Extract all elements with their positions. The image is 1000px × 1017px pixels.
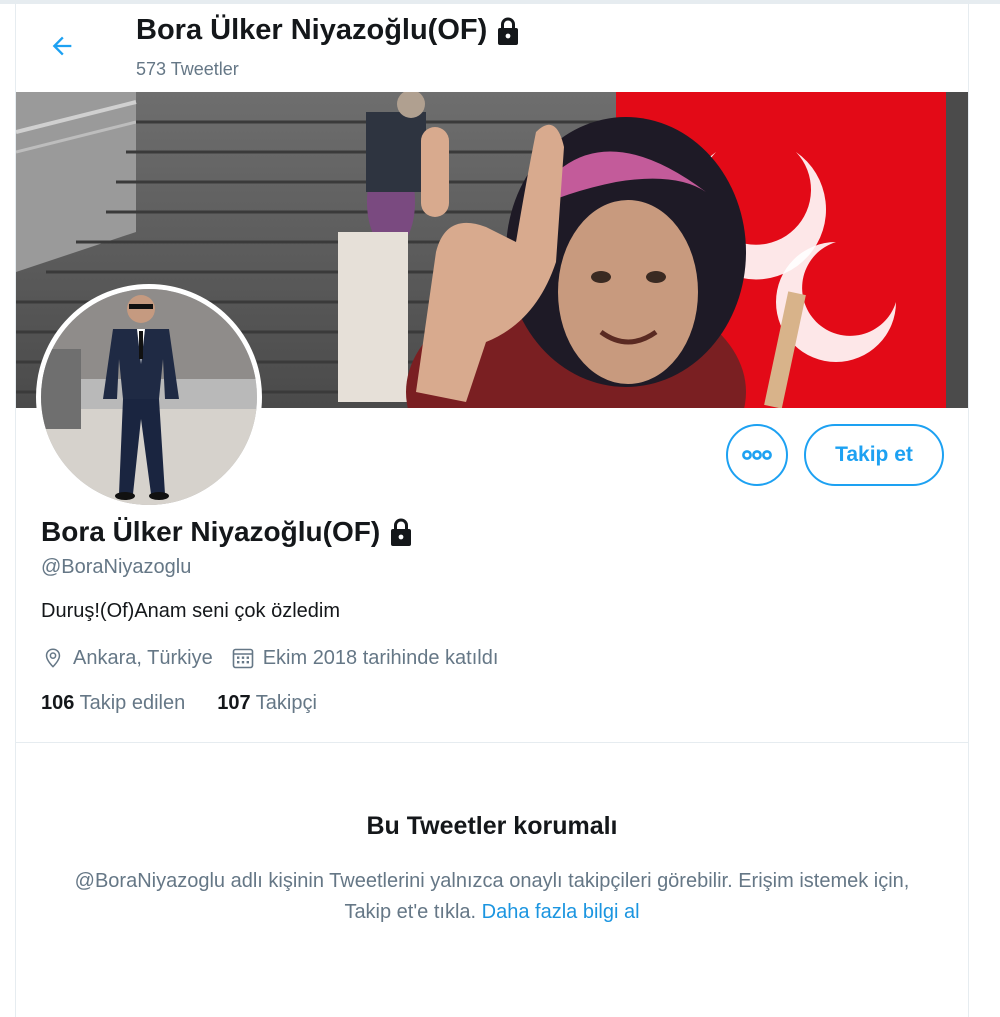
learn-more-link[interactable]: Daha fazla bilgi al: [482, 901, 640, 923]
profile-meta: Ankara, Türkiye Ekim 2018 tarihinde katı…: [41, 646, 516, 670]
location-item: Ankara, Türkiye: [41, 646, 213, 670]
protected-title: Bu Tweetler korumalı: [366, 812, 618, 840]
lock-icon: [391, 518, 412, 546]
calendar-icon: [232, 648, 253, 669]
lock-icon: [498, 17, 519, 45]
profile-stats: 106 Takip edilen 107 Takipçi: [41, 692, 349, 715]
followers-label: Takipçi: [255, 692, 317, 714]
tweet-count: 573 Tweetler: [136, 59, 239, 79]
header-name: Bora Ülker Niyazoğlu(OF): [136, 14, 488, 46]
profile-bio: Duruş!(Of)Anam seni çok özledim: [41, 600, 340, 622]
arrow-left-icon: [52, 36, 72, 56]
right-gutter: [970, 4, 1000, 1017]
following-link[interactable]: 106 Takip edilen: [41, 692, 185, 715]
location-pin-icon: [45, 648, 61, 668]
joined-item: Ekim 2018 tarihinde katıldı: [231, 646, 499, 670]
back-button[interactable]: [42, 26, 82, 66]
profile-column: Bora Ülker Niyazoğlu(OF) 573 Tweetler Ta…: [15, 4, 969, 1017]
followers-count: 107: [217, 692, 251, 714]
follow-button[interactable]: Takip et: [804, 424, 944, 486]
more-button[interactable]: [726, 424, 788, 486]
joined-text: Ekim 2018 tarihinde katıldı: [262, 646, 499, 669]
location-text: Ankara, Türkiye: [73, 646, 213, 669]
protected-message: @BoraNiyazoglu adlı kişinin Tweetlerini …: [56, 866, 928, 928]
avatar-photo: [41, 289, 257, 505]
profile-handle: @BoraNiyazoglu: [41, 556, 192, 578]
followers-link[interactable]: 107 Takipçi: [217, 692, 317, 715]
header-title: Bora Ülker Niyazoğlu(OF): [136, 14, 521, 47]
following-count: 106: [41, 692, 75, 714]
profile-header: Bora Ülker Niyazoğlu(OF) 573 Tweetler: [16, 4, 968, 92]
more-icon: [742, 450, 772, 460]
divider: [16, 742, 968, 743]
profile-name: Bora Ülker Niyazoğlu(OF): [41, 516, 414, 548]
profile-name-text: Bora Ülker Niyazoğlu(OF): [41, 516, 381, 547]
avatar[interactable]: [36, 284, 262, 510]
following-label: Takip edilen: [79, 692, 186, 714]
